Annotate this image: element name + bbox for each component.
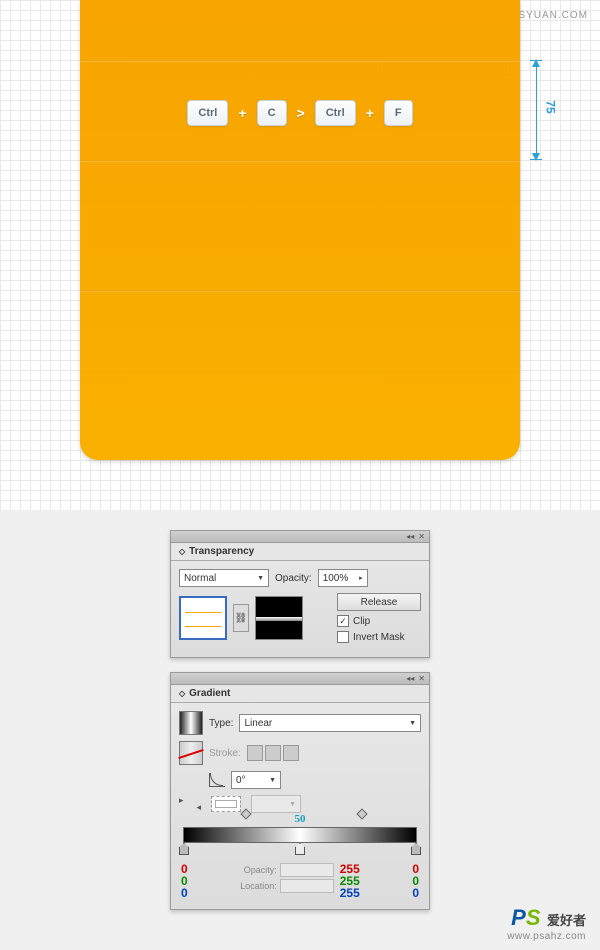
reverse-gradient-icon[interactable] — [179, 797, 201, 811]
panel-titlebar: ◂◂ ✕ — [171, 673, 429, 685]
stroke-align-buttons — [247, 745, 299, 761]
panel-tab[interactable]: ◇ Transparency — [171, 543, 429, 561]
dimension-value: 75 — [544, 100, 558, 113]
gradient-stops — [183, 843, 417, 861]
orange-card: Ctrl + C > Ctrl + F 75 — [80, 0, 520, 460]
panel-title: Gradient — [189, 688, 230, 699]
key-ctrl: Ctrl — [315, 100, 356, 126]
divider-line — [80, 290, 520, 292]
release-button[interactable]: Release — [337, 593, 421, 611]
artwork-thumb[interactable] — [179, 596, 227, 640]
canvas-area: 思缘设计论坛 WWW.MISSYUAN.COM Ctrl + C > Ctrl … — [0, 0, 600, 510]
stroke-btn-2[interactable] — [265, 745, 281, 761]
rgb-right: 0 0 0 — [412, 863, 419, 899]
key-c: C — [257, 100, 287, 126]
diamond-icon: ◇ — [179, 689, 185, 698]
collapse-icon[interactable]: ◂◂ — [406, 674, 414, 683]
gradient-fill-swatch[interactable] — [179, 711, 203, 735]
panel-titlebar: ◂◂ ✕ — [171, 531, 429, 543]
clip-label: Clip — [353, 616, 370, 627]
stop-opacity-label: Opacity: — [244, 865, 277, 875]
divider-line — [80, 60, 520, 62]
aspect-ratio-icon — [211, 796, 241, 812]
plus-icon: + — [238, 105, 246, 121]
gradient-type-select[interactable]: Linear▼ — [239, 714, 421, 732]
color-stop-right[interactable] — [411, 843, 421, 855]
stroke-label: Stroke: — [209, 748, 241, 759]
gradient-panel: ◂◂ ✕ ◇ Gradient Type: Linear▼ Stroke: — [170, 672, 430, 910]
link-icon[interactable]: ⛓ — [233, 604, 249, 632]
panel-tab[interactable]: ◇ Gradient — [171, 685, 429, 703]
opacity-label: Opacity: — [275, 573, 312, 584]
chevron-right-icon: > — [297, 105, 305, 121]
dimension-annotation: 75 — [526, 60, 562, 160]
color-stop-mid[interactable] — [295, 843, 305, 855]
midpoint-label: 50 — [295, 813, 306, 825]
opacity-input[interactable]: 100%▸ — [318, 569, 368, 587]
mask-thumbnails: ⛓ — [179, 596, 303, 640]
clip-checkbox[interactable]: ✓ — [337, 615, 349, 627]
shortcut-row: Ctrl + C > Ctrl + F — [80, 100, 520, 126]
gradient-ramp[interactable] — [183, 827, 417, 843]
stop-location-label: Location: — [240, 881, 277, 891]
ps-watermark: PS 爱好者 www.psahz.com — [507, 905, 586, 942]
mask-thumb[interactable] — [255, 596, 303, 640]
invert-checkbox[interactable] — [337, 631, 349, 643]
close-icon[interactable]: ✕ — [418, 674, 425, 683]
stroke-btn-3[interactable] — [283, 745, 299, 761]
gradient-stroke-swatch[interactable] — [179, 741, 203, 765]
aspect-input[interactable]: ▼ — [251, 795, 301, 813]
rgb-mid: 255 255 255 — [340, 863, 360, 899]
stroke-btn-1[interactable] — [247, 745, 263, 761]
key-ctrl: Ctrl — [187, 100, 228, 126]
rgb-left: 0 0 0 — [181, 863, 188, 899]
color-stop-left[interactable] — [179, 843, 189, 855]
stop-location-input[interactable] — [280, 879, 334, 893]
plus-icon: + — [366, 105, 374, 121]
angle-input[interactable]: 0°▼ — [231, 771, 281, 789]
type-label: Type: — [209, 718, 233, 729]
key-f: F — [384, 100, 413, 126]
collapse-icon[interactable]: ◂◂ — [406, 532, 414, 541]
blend-mode-select[interactable]: Normal▼ — [179, 569, 269, 587]
divider-line — [80, 160, 520, 162]
transparency-panel: ◂◂ ✕ ◇ Transparency Normal▼ Opacity: 100… — [170, 530, 430, 658]
panels-area: ◂◂ ✕ ◇ Transparency Normal▼ Opacity: 100… — [0, 510, 600, 950]
panel-title: Transparency — [189, 546, 254, 557]
angle-icon — [209, 773, 225, 787]
rgb-annotations: 0 0 0 Opacity: Location: 255 255 255 — [181, 863, 419, 899]
invert-label: Invert Mask — [353, 632, 405, 643]
close-icon[interactable]: ✕ — [418, 532, 425, 541]
stop-opacity-input[interactable] — [280, 863, 334, 877]
diamond-icon: ◇ — [179, 547, 185, 556]
